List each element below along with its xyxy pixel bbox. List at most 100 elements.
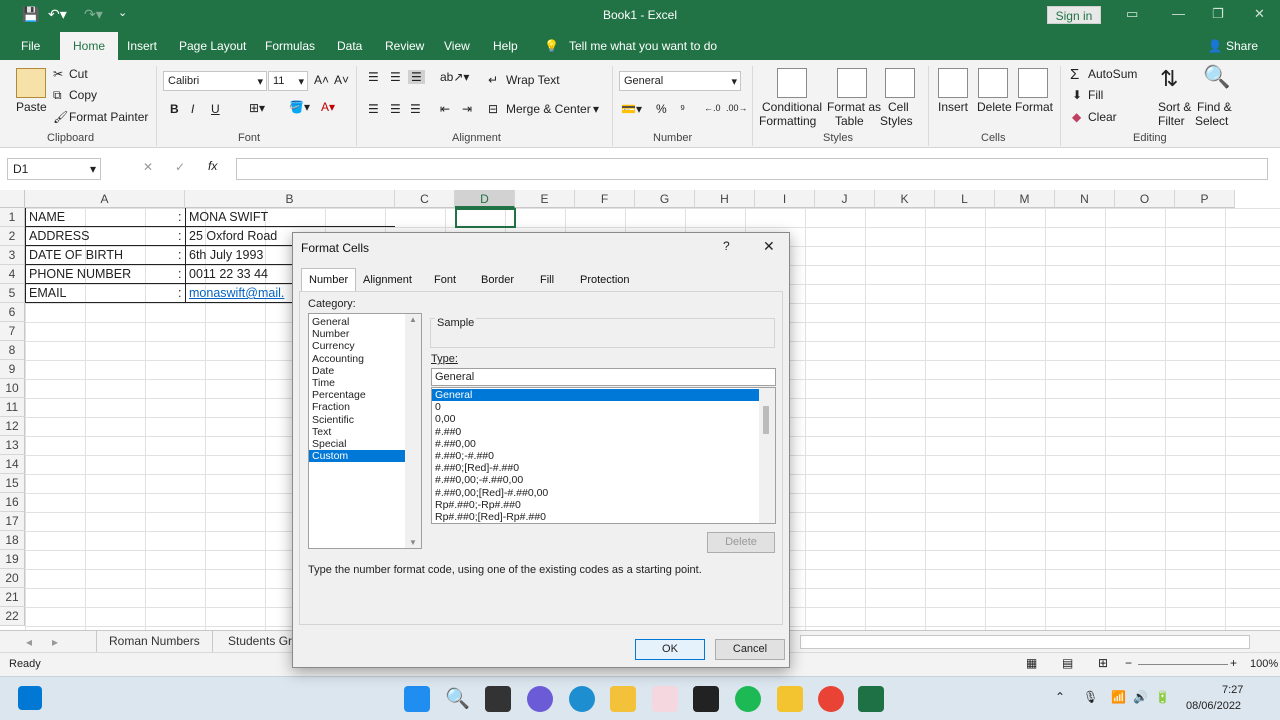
wifi-icon[interactable]: 📶	[1111, 690, 1126, 704]
cell-styles-label-2[interactable]: Styles	[880, 114, 913, 128]
horizontal-scrollbar[interactable]	[800, 635, 1250, 649]
font-size-select[interactable]: 11 ▾	[268, 71, 308, 91]
insert-function-icon[interactable]: fx	[208, 159, 217, 173]
category-item[interactable]: General	[309, 316, 405, 328]
format-code-item[interactable]: 0,00	[432, 413, 759, 425]
format-painter-icon[interactable]: 🖌	[53, 110, 68, 124]
column-header[interactable]: O	[1115, 190, 1175, 208]
tab-alignment[interactable]: Alignment	[356, 271, 419, 291]
chevron-down-icon[interactable]: ▾	[593, 102, 599, 116]
help-button[interactable]: ?	[723, 239, 730, 253]
format-code-item[interactable]: #.##0,00;[Red]-#.##0,00	[432, 487, 759, 499]
font-color-icon[interactable]: A▾	[321, 100, 335, 114]
conditional-formatting-label-1[interactable]: Conditional	[762, 100, 822, 114]
conditional-formatting-icon[interactable]	[777, 68, 807, 98]
row-header[interactable]: 18	[0, 531, 25, 550]
page-break-view-icon[interactable]: ⊞	[1098, 656, 1108, 670]
column-header[interactable]: P	[1175, 190, 1235, 208]
zoom-in-icon[interactable]: +	[1230, 656, 1237, 670]
sign-in-button[interactable]: Sign in	[1047, 6, 1101, 24]
column-header[interactable]: I	[755, 190, 815, 208]
copy-button[interactable]: Copy	[69, 88, 97, 102]
zoom-slider[interactable]	[1138, 664, 1228, 665]
find-select-icon[interactable]: 🔍	[1203, 64, 1230, 90]
cancel-button[interactable]: Cancel	[715, 639, 785, 660]
merge-icon[interactable]: ⊟	[488, 102, 498, 116]
row-header[interactable]: 4	[0, 265, 25, 284]
confirm-entry-icon[interactable]: ✓	[175, 160, 185, 174]
find-select-label-2[interactable]: Select	[1195, 114, 1228, 128]
cut-icon[interactable]: ✂	[53, 67, 63, 81]
align-left-icon[interactable]: ☰	[368, 102, 379, 116]
format-code-item[interactable]: 0	[432, 401, 759, 413]
decrease-font-icon[interactable]: A˅	[334, 73, 349, 87]
wrap-text-icon[interactable]: ↵	[488, 73, 498, 87]
increase-font-icon[interactable]: A˄	[314, 73, 329, 87]
column-header[interactable]: F	[575, 190, 635, 208]
category-item[interactable]: Number	[309, 328, 405, 340]
row-header[interactable]: 15	[0, 474, 25, 493]
bottom-align-icon[interactable]: ☰	[408, 70, 425, 84]
desktop-icon[interactable]	[18, 686, 42, 710]
sort-filter-label-2[interactable]: Filter	[1158, 114, 1185, 128]
row-header[interactable]: 22	[0, 607, 25, 626]
align-right-icon[interactable]: ☰	[410, 102, 421, 116]
row-header[interactable]: 9	[0, 360, 25, 379]
formula-input[interactable]	[236, 158, 1268, 180]
close-icon[interactable]: ✕	[1254, 6, 1265, 22]
find-select-label-1[interactable]: Find &	[1197, 100, 1232, 114]
column-header[interactable]: L	[935, 190, 995, 208]
row-header[interactable]: 3	[0, 246, 25, 265]
edge-icon[interactable]	[569, 686, 595, 712]
tab-fill[interactable]: Fill	[533, 271, 561, 291]
column-header[interactable]: K	[875, 190, 935, 208]
battery-icon[interactable]: 🔋	[1155, 690, 1170, 704]
italic-button[interactable]: I	[191, 102, 194, 116]
insert-cells-button[interactable]: Insert	[938, 100, 968, 114]
decrease-indent-icon[interactable]: ⇤	[440, 102, 450, 116]
middle-align-icon[interactable]: ☰	[390, 70, 401, 84]
category-item[interactable]: Percentage	[309, 389, 405, 401]
paste-button[interactable]: Paste	[16, 100, 47, 114]
fill-button[interactable]: Fill	[1088, 88, 1103, 102]
delete-cells-icon[interactable]	[978, 68, 1008, 98]
scroll-thumb[interactable]	[763, 406, 769, 434]
align-center-icon[interactable]: ☰	[390, 102, 401, 116]
cut-button[interactable]: Cut	[69, 67, 88, 81]
column-header[interactable]: B	[185, 190, 395, 208]
tab-home[interactable]: Home	[60, 32, 119, 60]
percent-icon[interactable]: %	[656, 102, 667, 116]
category-item[interactable]: Date	[309, 365, 405, 377]
snipping-tool-icon[interactable]	[652, 686, 678, 712]
format-code-item[interactable]: #.##0,00;-#.##0,00	[432, 474, 759, 486]
tab-font[interactable]: Font	[427, 271, 463, 291]
row-header[interactable]: 12	[0, 417, 25, 436]
page-layout-view-icon[interactable]: ▤	[1062, 656, 1073, 670]
row-header[interactable]: 8	[0, 341, 25, 360]
format-code-scrollbar[interactable]	[759, 388, 775, 523]
insert-cells-icon[interactable]	[938, 68, 968, 98]
format-code-item[interactable]: General	[432, 389, 759, 402]
excel-icon[interactable]	[858, 686, 884, 712]
wrap-text-button[interactable]: Wrap Text	[506, 73, 560, 87]
row-header[interactable]: 17	[0, 512, 25, 531]
column-header[interactable]: D	[455, 190, 515, 208]
format-code-list[interactable]: General 0 0,00 #.##0 #.##0,00 #.##0;-#.##0 #.#…	[431, 387, 776, 524]
category-item[interactable]: Custom	[309, 450, 405, 463]
task-view-icon[interactable]	[485, 686, 511, 712]
decrease-decimal-icon[interactable]: .00→	[726, 103, 748, 113]
row-header[interactable]: 21	[0, 588, 25, 607]
paste-icon[interactable]	[16, 68, 46, 98]
row-header[interactable]: 10	[0, 379, 25, 398]
format-painter-button[interactable]: Format Painter	[69, 110, 148, 124]
column-header[interactable]: J	[815, 190, 875, 208]
search-icon[interactable]: 🔍	[445, 686, 471, 712]
category-scrollbar[interactable]: ▲ ▼	[405, 314, 421, 548]
column-header[interactable]: H	[695, 190, 755, 208]
active-cell-d1[interactable]	[455, 208, 516, 228]
tab-formulas[interactable]: Formulas	[265, 39, 315, 53]
row-header[interactable]: 11	[0, 398, 25, 417]
row-header[interactable]: 14	[0, 455, 25, 474]
row-header[interactable]: 13	[0, 436, 25, 455]
merge-center-button[interactable]: Merge & Center	[506, 102, 591, 116]
